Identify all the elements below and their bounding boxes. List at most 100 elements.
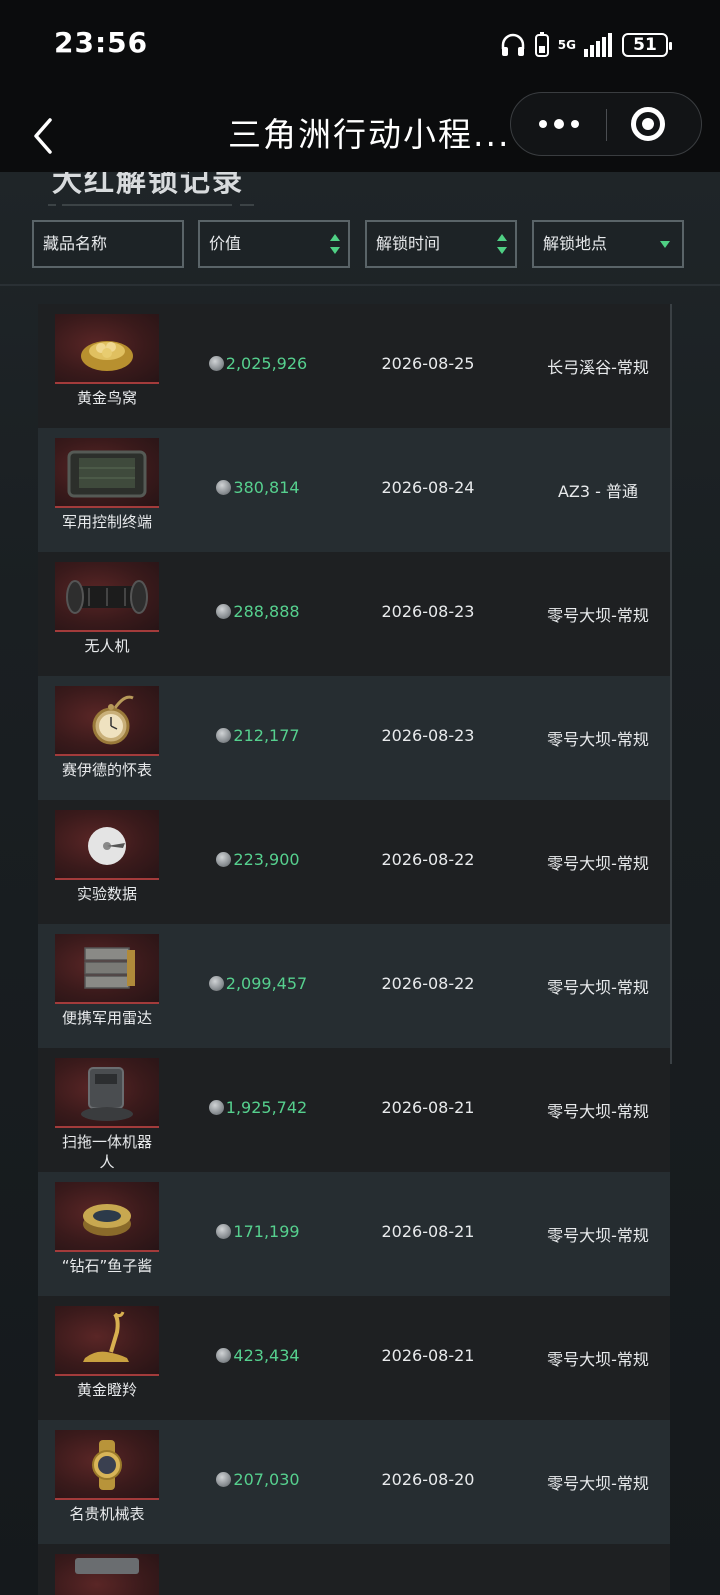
item-value: 223,900: [188, 850, 328, 869]
nav-bar: 三角洲行动小程...: [0, 92, 720, 172]
table-row[interactable]: 军用控制终端 380,814 2026-08-24 AZ3 - 普通: [38, 428, 670, 552]
coin-icon: [216, 604, 232, 619]
item-value-number: 171,199: [233, 1222, 300, 1241]
unlock-date: 2026-08-24: [381, 478, 475, 497]
title-underline: [48, 204, 56, 206]
item-name: 扫拖一体机器人: [61, 1133, 152, 1171]
chevron-down-icon: [660, 241, 670, 248]
headphones-icon: [501, 33, 525, 56]
item-name: 黄金瞪羚: [76, 1381, 137, 1399]
table-row[interactable]: 扫拖一体机器人 1,925,742 2026-08-21 零号大坝-常规: [38, 1048, 670, 1172]
item-value-number: 223,900: [233, 850, 300, 869]
unlock-date: 2026-08-25: [381, 354, 475, 373]
item-value-number: 207,030: [233, 1470, 300, 1489]
unlock-location: 零号大坝-常规: [547, 1102, 649, 1121]
luxury-watch-icon: [55, 1430, 159, 1500]
item-value-number: 1,925,742: [225, 1098, 308, 1117]
mini-program-capsule: [510, 92, 702, 156]
unlock-date: 2026-08-22: [381, 974, 475, 993]
item-value-number: 423,434: [233, 1346, 300, 1365]
unlock-location: 零号大坝-常规: [547, 1350, 649, 1369]
item-name: 无人机: [84, 637, 130, 655]
chevron-left-icon: [34, 118, 52, 154]
item-value-number: 2,025,926: [225, 354, 308, 373]
item-value: 207,030: [188, 1470, 328, 1489]
filter-unlock-time-sort[interactable]: 解锁时间: [365, 220, 517, 268]
unlock-location: 长弓溪谷-常规: [547, 358, 649, 377]
golden-nest-icon: [55, 314, 159, 384]
more-button[interactable]: [511, 93, 606, 155]
filter-label: 解锁时间: [376, 234, 441, 253]
coin-icon: [216, 1348, 232, 1363]
coin-icon: [208, 356, 224, 371]
table-row[interactable]: 便携军用雷达 2,099,457 2026-08-22 零号大坝-常规: [38, 924, 670, 1048]
battery-level: 51: [633, 35, 657, 55]
table-row[interactable]: “钻石”鱼子酱 171,199 2026-08-21 零号大坝-常规: [38, 1172, 670, 1296]
unlock-date: 2026-08-21: [381, 1346, 475, 1365]
coin-icon: [208, 976, 224, 991]
back-button[interactable]: [26, 106, 66, 158]
item-name: 便携军用雷达: [61, 1009, 152, 1027]
table-row[interactable]: 实验数据 223,900 2026-08-22 零号大坝-常规: [38, 800, 670, 924]
coin-icon: [216, 728, 232, 743]
unlock-location: 零号大坝-常规: [547, 606, 649, 625]
filter-unlock-location-dropdown[interactable]: 解锁地点: [532, 220, 684, 268]
main-content: 大红解锁记录 藏品名称 价值 解锁时间 解锁地点 黄金鸟窝 2,025,926: [0, 172, 720, 1595]
unlock-location: 零号大坝-常规: [547, 1226, 649, 1245]
filter-label: 解锁地点: [543, 234, 608, 253]
status-bar: 23:56 5G 51: [0, 0, 720, 92]
military-terminal-icon: [55, 438, 159, 508]
item-value-number: 2,099,457: [225, 974, 308, 993]
item-value: 1,925,742: [188, 1098, 328, 1117]
filter-item-name[interactable]: 藏品名称: [32, 220, 184, 268]
item-value: 380,814: [188, 478, 328, 497]
unlock-location: 零号大坝-常规: [547, 854, 649, 873]
item-value: 288,888: [188, 602, 328, 621]
close-mini-program-icon[interactable]: [631, 107, 665, 141]
radar-icon: [55, 934, 159, 1004]
drone-icon: [55, 562, 159, 632]
coin-icon: [216, 852, 232, 867]
golden-gazelle-icon: [55, 1306, 159, 1376]
capsule-divider: [606, 109, 607, 141]
coin-icon: [216, 1224, 232, 1239]
table-row[interactable]: 黄金鸟窝 2,025,926 2026-08-25 长弓溪谷-常规: [38, 304, 670, 428]
coin-icon: [216, 480, 232, 495]
divider: [0, 284, 720, 286]
unlock-date: 2026-08-21: [381, 1222, 475, 1241]
coin-icon: [216, 1472, 232, 1487]
unlock-location: AZ3 - 普通: [557, 482, 639, 501]
table-row[interactable]: 名贵机械表 207,030 2026-08-20 零号大坝-常规: [38, 1420, 670, 1544]
table-row[interactable]: 黄金瞪羚 423,434 2026-08-21 零号大坝-常规: [38, 1296, 670, 1420]
phone-battery-icon: [534, 32, 549, 57]
sort-arrows-icon: [330, 234, 340, 254]
unlock-location: 零号大坝-常规: [547, 978, 649, 997]
table-row[interactable]: 无人机 288,888 2026-08-23 零号大坝-常规: [38, 552, 670, 676]
more-dot-icon: [553, 119, 564, 129]
status-time: 23:56: [54, 26, 149, 59]
filter-bar: 藏品名称 价值 解锁时间 解锁地点: [32, 220, 692, 270]
more-dot-icon: [570, 120, 579, 128]
item-name: 黄金鸟窝: [76, 389, 137, 407]
item-name: 实验数据: [76, 885, 137, 903]
filter-value-sort[interactable]: 价值: [198, 220, 350, 268]
item-value-number: 212,177: [233, 726, 300, 745]
coin-icon: [208, 1100, 224, 1115]
item-name: “钻石”鱼子酱: [61, 1257, 153, 1275]
title-underline: [240, 204, 254, 206]
item-name: 军用控制终端: [61, 513, 152, 531]
item-value-number: 380,814: [233, 478, 300, 497]
status-icons: 5G 51: [500, 30, 672, 60]
caviar-tin-icon: [55, 1182, 159, 1252]
item-value: 2,099,457: [188, 974, 328, 993]
signal-icon: [584, 33, 612, 57]
item-name: 名贵机械表: [69, 1505, 145, 1523]
table-row[interactable]: 赛伊德的怀表 212,177 2026-08-23 零号大坝-常规: [38, 676, 670, 800]
pocket-watch-icon: [55, 686, 159, 756]
title-underline: [62, 204, 232, 206]
unlock-date: 2026-08-22: [381, 850, 475, 869]
table-row[interactable]: [38, 1544, 670, 1595]
item-value: 423,434: [188, 1346, 328, 1365]
network-indicator: 5G: [558, 39, 576, 51]
scroll-edge: [670, 304, 672, 1064]
